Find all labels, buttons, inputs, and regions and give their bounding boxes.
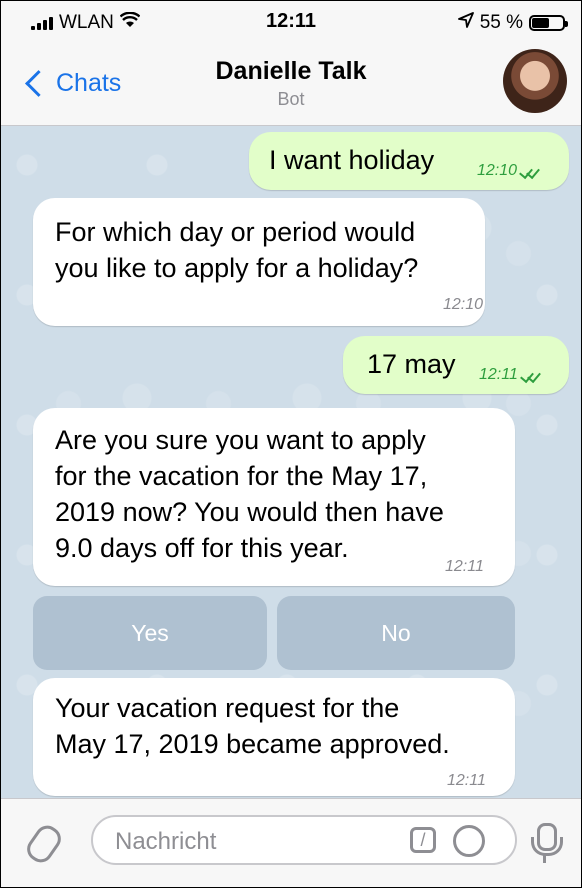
status-bar: WLAN 12:11 55 % [1,1,581,41]
message-text: I want holiday [269,145,435,175]
message-time-text: 12:10 [477,162,518,179]
message-composer: Nachricht / [1,798,581,887]
double-check-icon [521,370,541,380]
status-right: 55 % [457,12,568,34]
message-bubble-outgoing[interactable]: 17 may 12:11 [343,336,569,394]
message-text: Are you sure you want to apply for the v… [55,425,444,563]
app-frame: WLAN 12:11 55 % Chats Danielle Talk Bot … [0,0,582,888]
battery-percent: 55 % [479,12,523,33]
keyboard-button-yes[interactable]: Yes [33,596,267,670]
message-time: 12:11 [447,772,486,789]
location-arrow-icon [457,12,474,34]
message-input[interactable]: Nachricht / [91,815,517,865]
chat-subtitle: Bot [277,89,305,109]
chat-area[interactable]: I want holiday 12:10 For which day or pe… [1,126,581,798]
message-time: 12:10 [443,296,484,313]
message-text: Your vacation request for the May 17, 20… [55,693,450,759]
message-text: 17 may [367,349,456,379]
message-time: 12:11 [445,558,484,575]
battery-icon [529,15,568,31]
message-bubble-incoming[interactable]: Are you sure you want to apply for the v… [33,408,515,586]
message-time: 12:10 [477,162,540,180]
sticker-icon[interactable] [453,825,485,857]
message-text: For which day or period would you like t… [55,217,419,283]
message-bubble-incoming[interactable]: For which day or period would you like t… [33,198,485,326]
avatar[interactable] [503,49,567,113]
paperclip-icon[interactable] [22,820,66,868]
navigation-bar: Chats Danielle Talk Bot [1,41,581,126]
keyboard-button-no[interactable]: No [277,596,515,670]
chat-title[interactable]: Danielle Talk [1,57,581,86]
message-input-placeholder: Nachricht [115,828,217,855]
microphone-stand-icon [531,837,563,856]
microphone-stem-icon [543,855,546,863]
slash-command-icon[interactable]: / [410,827,436,853]
battery-level [532,18,549,28]
message-time: 12:11 [479,366,541,384]
message-bubble-outgoing[interactable]: I want holiday 12:10 [249,132,569,190]
message-bubble-incoming[interactable]: Your vacation request for the May 17, 20… [33,678,515,796]
message-time-text: 12:11 [479,366,518,383]
double-check-icon [520,166,540,176]
